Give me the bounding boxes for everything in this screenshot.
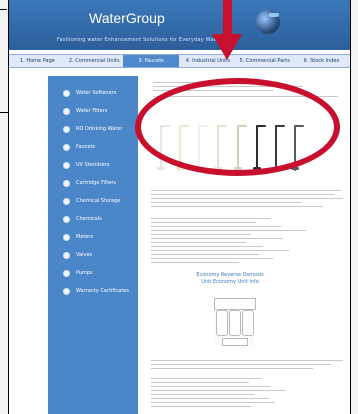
ro-filter-canister <box>229 310 241 336</box>
sidebar-item-label: Chemicals <box>76 216 102 222</box>
text-line <box>151 238 283 239</box>
reverse-osmosis-unit-image <box>214 298 256 346</box>
text-line <box>151 194 335 195</box>
red-arrow-head <box>212 34 242 60</box>
menu-bullet-icon <box>63 197 70 205</box>
menu-bullet-icon <box>63 107 70 115</box>
menu-bullet-icon <box>63 287 70 295</box>
sidebar-item-uv-sterilizers[interactable]: UV Sterilizers <box>63 160 137 170</box>
site-logo <box>256 10 280 34</box>
sidebar-item-water-filters[interactable]: Water Filters <box>63 106 137 116</box>
nav-tab-commercial-parts[interactable]: 5. Commercial Parts <box>236 55 293 67</box>
ro-filter-canister <box>242 310 254 336</box>
sidebar-item-warranty-certificates[interactable]: Warranty Certificates <box>63 286 137 296</box>
sidebar-item-label: Warranty Certificates <box>76 288 130 294</box>
menu-bullet-icon <box>63 161 70 169</box>
ro-unit-base <box>222 338 248 346</box>
text-line <box>151 222 256 223</box>
text-line <box>151 198 343 199</box>
sidebar-item-label: Water Filters <box>76 108 108 114</box>
text-line <box>151 234 251 235</box>
ro-unit-top <box>214 298 256 310</box>
text-line <box>151 190 341 191</box>
sidebar-item-pumps[interactable]: Pumps <box>63 268 137 278</box>
menu-bullet-icon <box>63 125 70 133</box>
text-line <box>151 230 306 231</box>
nav-tab-commercial-units[interactable]: 2. Commercial Units <box>66 55 123 67</box>
menu-bullet-icon <box>63 215 70 223</box>
sidebar-item-label: Valves <box>76 252 93 258</box>
text-line <box>151 246 263 247</box>
sidebar-item-label: Pumps <box>76 270 93 276</box>
text-line <box>151 202 301 203</box>
ro-filter-canister <box>216 310 228 336</box>
sidebar-item-faucets[interactable]: Faucets <box>63 142 137 152</box>
text-line <box>151 390 286 391</box>
text-line <box>151 218 271 219</box>
economy-unit-link[interactable]: Economy Reverse Osmosis Unit Economy Uni… <box>195 272 265 286</box>
nav-tab-home[interactable]: 1. Home Page <box>9 55 66 67</box>
text-line <box>151 382 249 383</box>
sidebar-item-meters[interactable]: Meters <box>63 232 137 242</box>
sidebar-item-chemical-storage[interactable]: Chemical Storage <box>63 196 137 206</box>
text-line <box>151 262 239 263</box>
menu-bullet-icon <box>63 269 70 277</box>
sidebar-item-label: Water Softeners <box>76 90 117 96</box>
site-tagline: Fashioning water Enhancement Solutions f… <box>57 37 222 43</box>
sidebar-item-chemicals[interactable]: Chemicals <box>63 214 137 224</box>
sidebar-item-water-softeners[interactable]: Water Softeners <box>63 88 137 98</box>
sidebar-item-label: Cartridge Filters <box>76 180 117 186</box>
text-line <box>151 402 275 403</box>
sidebar-item-ro-drinking-water[interactable]: RO Drinking Water <box>63 124 137 134</box>
sidebar-item-label: UV Sterilizers <box>76 162 110 168</box>
text-line <box>151 226 281 227</box>
screenshot-frame: WaterGroup Fashioning water Enhancement … <box>0 0 358 414</box>
page-right-border <box>350 0 351 414</box>
sidebar-item-label: Meters <box>76 234 94 240</box>
text-line <box>151 254 259 255</box>
sidebar-item-label: RO Drinking Water <box>76 126 123 132</box>
text-line <box>151 398 269 399</box>
menu-bullet-icon <box>63 251 70 259</box>
nav-tab-stock-index[interactable]: 6. Stock Index <box>293 55 350 67</box>
site-header: WaterGroup Fashioning water Enhancement … <box>9 0 350 50</box>
outer-frame-line-top <box>0 9 7 10</box>
top-nav: 1. Home Page 2. Commercial Units 3. Fauc… <box>9 54 350 68</box>
red-highlight-oval <box>135 78 340 176</box>
sidebar-item-label: Chemical Storage <box>76 198 121 204</box>
menu-bullet-icon <box>63 89 70 97</box>
text-line <box>151 406 251 407</box>
text-line <box>151 206 323 207</box>
sidebar-item-label: Faucets <box>76 144 96 150</box>
menu-bullet-icon <box>63 233 70 241</box>
text-line <box>151 360 343 361</box>
menu-bullet-icon <box>63 143 70 151</box>
text-line <box>151 364 331 365</box>
nav-tab-faucets[interactable]: 3. Faucets <box>122 55 180 67</box>
text-line <box>151 386 271 387</box>
text-line <box>151 394 255 395</box>
sidebar-item-cartridge-filters[interactable]: Cartridge Filters <box>63 178 137 188</box>
text-line <box>151 378 261 379</box>
sidebar-item-valves[interactable]: Valves <box>63 250 137 260</box>
text-line <box>151 250 289 251</box>
site-title: WaterGroup <box>89 10 165 26</box>
website-page: WaterGroup Fashioning water Enhancement … <box>9 0 350 414</box>
text-line <box>151 242 246 243</box>
text-line <box>151 258 273 259</box>
text-line <box>151 368 313 369</box>
menu-bullet-icon <box>63 179 70 187</box>
